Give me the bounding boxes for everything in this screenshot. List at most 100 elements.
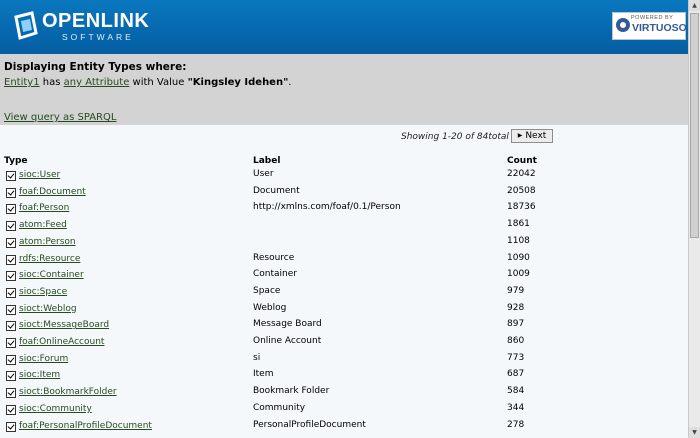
type-link[interactable]: foaf:Person: [19, 203, 69, 213]
table-row: sioct:Weblog Weblog 928: [0, 303, 688, 319]
count-cell: 1108: [507, 235, 530, 246]
type-link[interactable]: sioct:MessageBoard: [19, 320, 109, 330]
type-link[interactable]: sioc:Space: [19, 287, 67, 297]
type-link[interactable]: rdfs:Resource: [19, 254, 80, 264]
type-link[interactable]: atom:Feed: [19, 220, 67, 230]
row-checkbox[interactable]: [6, 204, 16, 215]
label-cell: Online Account: [253, 336, 322, 346]
type-link[interactable]: foaf:PersonalProfileDocument: [19, 421, 152, 431]
type-column-header: Type: [4, 156, 28, 166]
table-row: sioct:BookmarkFolder Bookmark Folder 584: [0, 386, 688, 402]
table-row: sioc:Forum si 773: [0, 353, 688, 369]
description-heading: Displaying Entity Types where:: [4, 61, 187, 73]
row-checkbox[interactable]: [6, 187, 16, 198]
entity-link[interactable]: Entity1: [4, 77, 40, 88]
label-cell: Weblog: [253, 302, 287, 313]
type-link[interactable]: atom:Person: [19, 237, 76, 247]
label-cell: http://xmlns.com/foaf/0.1/Person: [253, 202, 401, 213]
count-cell: 584: [507, 386, 525, 397]
logo-subtitle: SOFTWARE: [62, 32, 134, 42]
table-row: foaf:Document Document 20508: [0, 186, 688, 202]
row-checkbox[interactable]: [6, 321, 16, 332]
count-cell: 860: [507, 336, 525, 346]
value-text: "Kingsley Idehen": [187, 77, 289, 88]
table-row: sioc:Space Space 979: [0, 286, 688, 302]
row-checkbox[interactable]: [6, 371, 16, 382]
label-cell: Space: [253, 285, 281, 296]
row-checkbox[interactable]: [6, 287, 16, 298]
scroll-down-icon[interactable]: ▼: [689, 427, 700, 438]
table-row: sioc:Item Item 687: [0, 369, 688, 385]
row-checkbox[interactable]: [6, 271, 16, 282]
next-button[interactable]: ▶ Next: [511, 129, 553, 143]
table-row: foaf:OnlineAccount Online Account 860: [0, 336, 688, 352]
type-link[interactable]: sioc:Community: [19, 404, 92, 414]
count-cell: 18736: [507, 202, 536, 213]
count-cell: 687: [507, 369, 525, 380]
table-row: sioc:Container Container 1009: [0, 269, 688, 285]
label-cell: Document: [253, 185, 300, 196]
type-link[interactable]: sioc:User: [19, 170, 60, 180]
results-panel: Showing 1-20 of 84total ▶ Next Type Label…: [0, 125, 688, 438]
row-checkbox[interactable]: [6, 354, 16, 365]
attribute-link[interactable]: any Attribute: [64, 77, 130, 88]
row-checkbox[interactable]: [6, 171, 16, 181]
table-row: sioc:Community Community 344: [0, 403, 688, 419]
type-link[interactable]: sioct:BookmarkFolder: [19, 387, 117, 397]
row-checkbox[interactable]: [6, 237, 16, 248]
vertical-scrollbar[interactable]: ▲ ▼: [688, 0, 700, 438]
count-cell: 22042: [507, 169, 536, 179]
count-cell: 344: [507, 402, 525, 413]
count-cell: 1090: [507, 252, 530, 263]
powered-by-virtuoso-badge[interactable]: POWERED BY VIRTUOSO: [612, 12, 687, 40]
type-link[interactable]: sioct:Weblog: [19, 304, 77, 314]
label-column-header: Label: [253, 156, 281, 166]
label-cell: Message Board: [253, 319, 322, 330]
description-line: Entity1 has any Attribute with Value "Ki…: [4, 77, 291, 88]
count-cell: 979: [507, 285, 525, 296]
row-checkbox[interactable]: [6, 421, 16, 432]
result-range-text: Showing 1-20 of 84total: [401, 132, 509, 142]
count-column-header: Count: [507, 156, 537, 166]
table-row: foaf:Person http://xmlns.com/foaf/0.1/Per…: [0, 202, 688, 218]
next-button-label: Next: [525, 131, 547, 141]
table-row: sioct:MessageBoard Message Board 897: [0, 319, 688, 335]
count-cell: 897: [507, 319, 525, 330]
label-cell: Container: [253, 269, 297, 280]
badge-powered-by: POWERED BY: [631, 15, 674, 21]
label-cell: Resource: [253, 252, 295, 263]
type-link[interactable]: foaf:Document: [19, 187, 86, 197]
row-checkbox[interactable]: [6, 404, 16, 415]
next-arrow-icon: ▶: [517, 132, 523, 139]
row-checkbox[interactable]: [6, 221, 16, 232]
scroll-thumb[interactable]: [690, 13, 699, 238]
virtuoso-logo-icon: [616, 18, 630, 32]
row-checkbox[interactable]: [6, 388, 16, 399]
period-text: .: [288, 77, 292, 88]
type-link[interactable]: sioc:Forum: [19, 354, 68, 364]
table-row: foaf:PersonalProfileDocument PersonalProf…: [0, 420, 688, 436]
logo-title: OPENLINK: [42, 10, 150, 32]
type-link[interactable]: sioc:Item: [19, 370, 60, 380]
query-description-panel: Displaying Entity Types where: Entity1 h…: [0, 54, 688, 125]
page: OPENLINK SOFTWARE POWERED BY VIRTUOSO Di…: [0, 0, 688, 438]
count-cell: 773: [507, 352, 525, 363]
type-link[interactable]: sioc:Container: [19, 270, 84, 280]
badge-name: VIRTUOSO: [632, 22, 687, 34]
has-text: has: [42, 77, 61, 88]
table-row: rdfs:Resource Resource 1090: [0, 253, 688, 269]
header-bar: OPENLINK SOFTWARE POWERED BY VIRTUOSO: [0, 0, 688, 54]
row-checkbox[interactable]: [6, 254, 16, 265]
table-row: sioc:User User 22042: [0, 169, 688, 185]
row-checkbox[interactable]: [6, 304, 16, 315]
count-cell: 20508: [507, 185, 536, 196]
count-cell: 928: [507, 302, 525, 313]
label-cell: PersonalProfileDocument: [253, 419, 366, 430]
openlink-logo[interactable]: OPENLINK SOFTWARE: [12, 10, 149, 44]
view-sparql-link[interactable]: View query as SPARQL: [4, 112, 116, 123]
type-link[interactable]: foaf:OnlineAccount: [19, 337, 104, 347]
label-cell: si: [253, 352, 261, 363]
row-checkbox[interactable]: [6, 338, 16, 348]
table-row: atom:Person 1108: [0, 236, 688, 252]
scroll-up-icon[interactable]: ▲: [689, 0, 700, 11]
